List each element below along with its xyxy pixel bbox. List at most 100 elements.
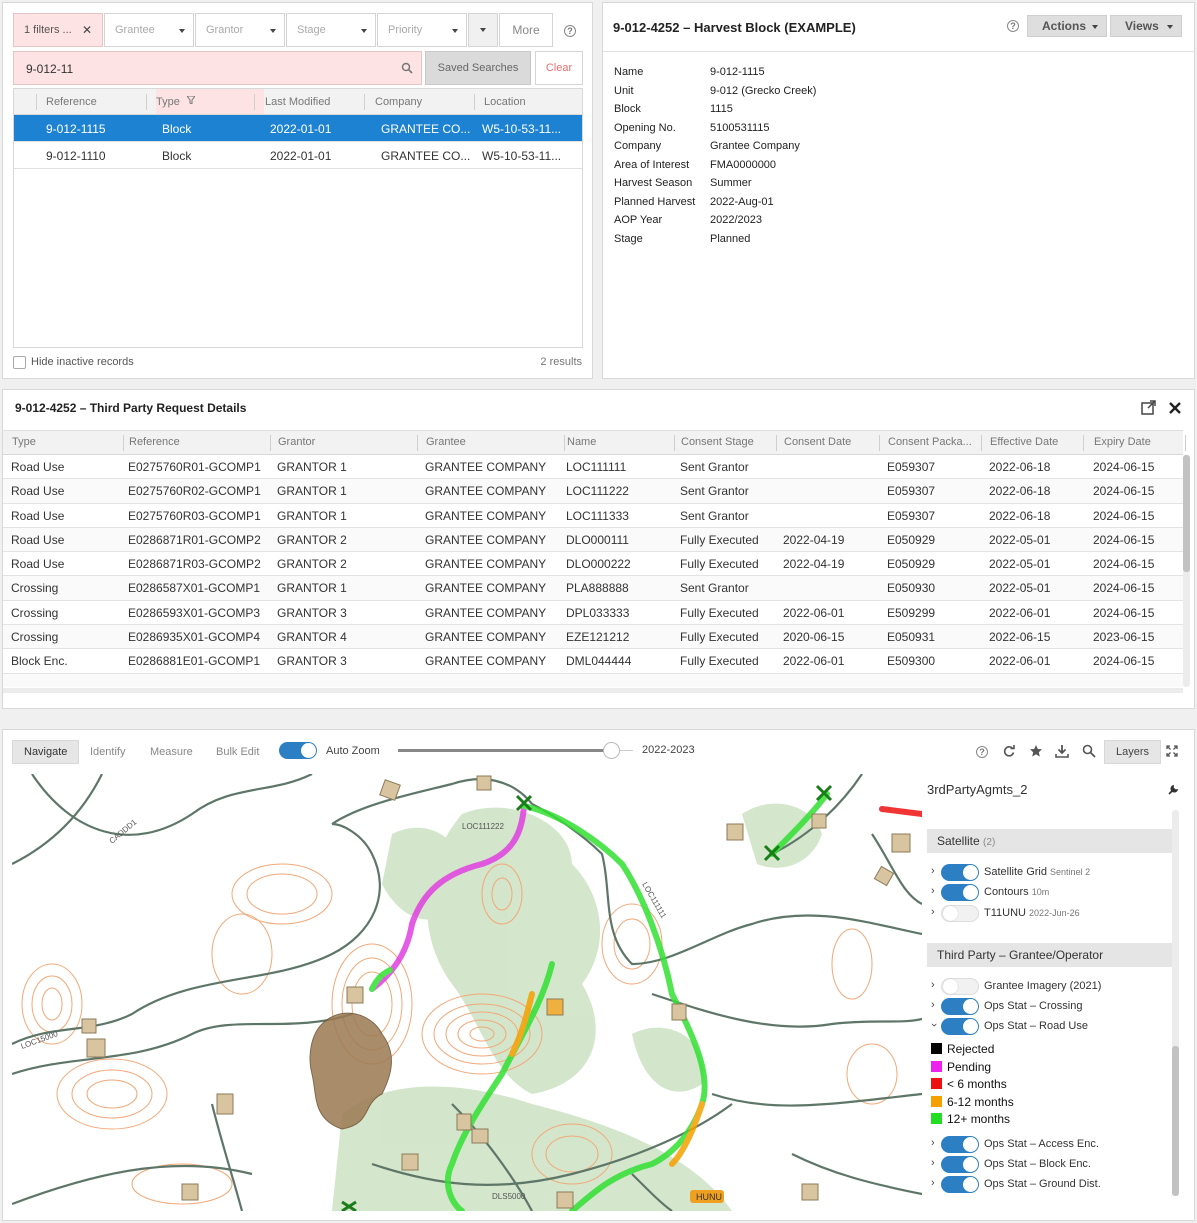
layer-toggle[interactable]: [941, 1156, 979, 1173]
layer-toggle[interactable]: [941, 1136, 979, 1153]
column-reference[interactable]: Reference: [46, 96, 97, 108]
tool-identify[interactable]: Identify: [79, 740, 136, 764]
help-icon[interactable]: ?: [1007, 20, 1019, 32]
column-grantee[interactable]: Grantee: [426, 436, 466, 448]
column-separator[interactable]: [123, 435, 124, 451]
third-party-table-body: Road Use E0275760R01-GCOMP1 GRANTOR 1 GRANT…: [3, 455, 1183, 687]
chevron-right-icon[interactable]: ›: [931, 1137, 935, 1149]
column-type[interactable]: Type: [12, 436, 36, 448]
active-filter-chip[interactable]: 1 filters ... ✕: [13, 13, 103, 47]
search-icon[interactable]: [401, 62, 413, 74]
priority-filter[interactable]: Priority: [377, 13, 467, 47]
table-row[interactable]: Road Use E0286871R03-GCOMP2 GRANTOR 2 GRANT…: [3, 552, 1183, 577]
column-separator[interactable]: [674, 435, 675, 451]
chevron-right-icon[interactable]: ›: [931, 906, 935, 918]
column-separator[interactable]: [879, 435, 880, 451]
layer-group-third-party[interactable]: Third Party – Grantee/Operator: [927, 943, 1172, 967]
column-type[interactable]: Type: [156, 89, 264, 114]
clear-filter-icon[interactable]: ✕: [82, 23, 92, 37]
chevron-right-icon[interactable]: ›: [931, 979, 935, 991]
close-icon[interactable]: [1169, 402, 1181, 414]
column-consent-package[interactable]: Consent Packa...: [888, 436, 972, 448]
column-separator[interactable]: [981, 435, 982, 451]
table-row[interactable]: Road Use E0275760R02-GCOMP1 GRANTOR 1 GRANT…: [3, 479, 1183, 504]
column-location[interactable]: Location: [484, 96, 526, 108]
layer-toggle[interactable]: [941, 1018, 979, 1035]
scrollbar-thumb[interactable]: [1172, 1046, 1179, 1196]
actions-button[interactable]: Actions: [1027, 15, 1107, 37]
search-input[interactable]: 9-012-11: [13, 51, 422, 85]
wrench-icon[interactable]: [1167, 784, 1179, 796]
column-consent-stage[interactable]: Consent Stage: [681, 436, 754, 448]
star-icon[interactable]: [1029, 744, 1043, 758]
layer-toggle[interactable]: [941, 905, 979, 922]
more-filters-button[interactable]: More: [499, 13, 553, 47]
saved-searches-button[interactable]: Saved Searches: [425, 51, 531, 85]
search-icon[interactable]: [1082, 744, 1096, 758]
refresh-icon[interactable]: [1002, 744, 1016, 758]
table-row[interactable]: Crossing E0286587X01-GCOMP1 GRANTOR 1 GRANT…: [3, 576, 1183, 601]
chevron-right-icon[interactable]: ›: [931, 865, 935, 877]
layer-toggle[interactable]: [941, 1176, 979, 1193]
layer-group-satellite[interactable]: Satellite (2): [927, 829, 1172, 853]
scrollbar-thumb[interactable]: [1183, 455, 1190, 572]
map-canvas[interactable]: LOC111111 LOC111222 LOC15000 DLS5000 CAD…: [12, 774, 922, 1211]
layer-toggle[interactable]: [941, 998, 979, 1015]
tool-measure[interactable]: Measure: [139, 740, 204, 764]
layer-toggle[interactable]: [941, 978, 979, 995]
chevron-right-icon[interactable]: ›: [931, 1177, 935, 1189]
map-view[interactable]: LOC111111 LOC111222 LOC15000 DLS5000 CAD…: [12, 774, 922, 1211]
column-grantor[interactable]: Grantor: [278, 436, 315, 448]
column-company[interactable]: Company: [375, 96, 422, 108]
table-row[interactable]: Crossing E0286935X01-GCOMP4 GRANTOR 4 GRANT…: [3, 625, 1183, 650]
column-separator[interactable]: [564, 435, 565, 451]
stage-filter[interactable]: Stage: [286, 13, 376, 47]
year-slider-handle[interactable]: [603, 742, 620, 759]
layers-button[interactable]: Layers: [1104, 740, 1162, 764]
grantor-filter[interactable]: Grantor: [195, 13, 285, 47]
column-name[interactable]: Name: [567, 436, 596, 448]
tool-bulk-edit[interactable]: Bulk Edit: [205, 740, 270, 764]
column-consent-date[interactable]: Consent Date: [784, 436, 851, 448]
hide-inactive-checkbox[interactable]: [13, 356, 26, 369]
table-row[interactable]: 9-012-1115 Block 2022-01-01 GRANTEE CO..…: [14, 115, 582, 142]
more-filters-dropdown[interactable]: [468, 13, 498, 47]
table-row[interactable]: 9-012-1110 Block 2022-01-01 GRANTEE CO..…: [14, 142, 582, 169]
chevron-down-icon: [361, 29, 367, 33]
column-reference[interactable]: Reference: [129, 436, 180, 448]
column-separator[interactable]: [776, 435, 777, 451]
fullscreen-icon[interactable]: [1166, 745, 1178, 757]
auto-zoom-toggle[interactable]: [279, 742, 317, 759]
download-icon[interactable]: [1055, 744, 1069, 758]
horizontal-scrollbar[interactable]: [3, 688, 1183, 693]
column-separator[interactable]: [417, 435, 418, 451]
chevron-right-icon[interactable]: ›: [931, 885, 935, 897]
table-row[interactable]: Crossing E0286593X01-GCOMP3 GRANTOR 3 GRANT…: [3, 601, 1183, 626]
tool-navigate[interactable]: Navigate: [12, 740, 80, 764]
grantee-filter[interactable]: Grantee: [104, 13, 194, 47]
table-row[interactable]: Road Use E0275760R03-GCOMP1 GRANTOR 1 GRANT…: [3, 504, 1183, 528]
layer-toggle[interactable]: [941, 884, 979, 901]
layers-scrollbar[interactable]: [1172, 810, 1179, 1196]
table-row[interactable]: Road Use E0286871R01-GCOMP2 GRANTOR 2 GRANT…: [3, 527, 1183, 553]
chevron-down-icon[interactable]: ›: [928, 1023, 940, 1027]
chevron-right-icon[interactable]: ›: [931, 1157, 935, 1169]
chevron-right-icon[interactable]: ›: [931, 999, 935, 1011]
layer-toggle[interactable]: [941, 864, 979, 881]
column-expiry-date[interactable]: Expiry Date: [1094, 436, 1151, 448]
column-separator[interactable]: [270, 435, 271, 451]
column-last-modified[interactable]: Last Modified: [265, 96, 330, 108]
help-icon[interactable]: ?: [976, 746, 988, 758]
table-row[interactable]: Block Enc. E0286881E01-GCOMP1 GRANTOR 3 GRA…: [3, 649, 1183, 674]
column-effective-date[interactable]: Effective Date: [990, 436, 1058, 448]
table-row[interactable]: [3, 673, 1183, 687]
help-icon[interactable]: ?: [564, 25, 576, 37]
table-row[interactable]: Road Use E0275760R01-GCOMP1 GRANTOR 1 GRANT…: [3, 455, 1183, 480]
clear-button[interactable]: Clear: [535, 51, 583, 85]
open-external-icon[interactable]: [1141, 400, 1156, 415]
year-slider-track[interactable]: [398, 749, 613, 752]
column-separator[interactable]: [1083, 435, 1084, 451]
column-separator[interactable]: [1185, 435, 1186, 451]
views-button[interactable]: Views: [1110, 15, 1182, 37]
vertical-scrollbar[interactable]: [1183, 455, 1190, 687]
